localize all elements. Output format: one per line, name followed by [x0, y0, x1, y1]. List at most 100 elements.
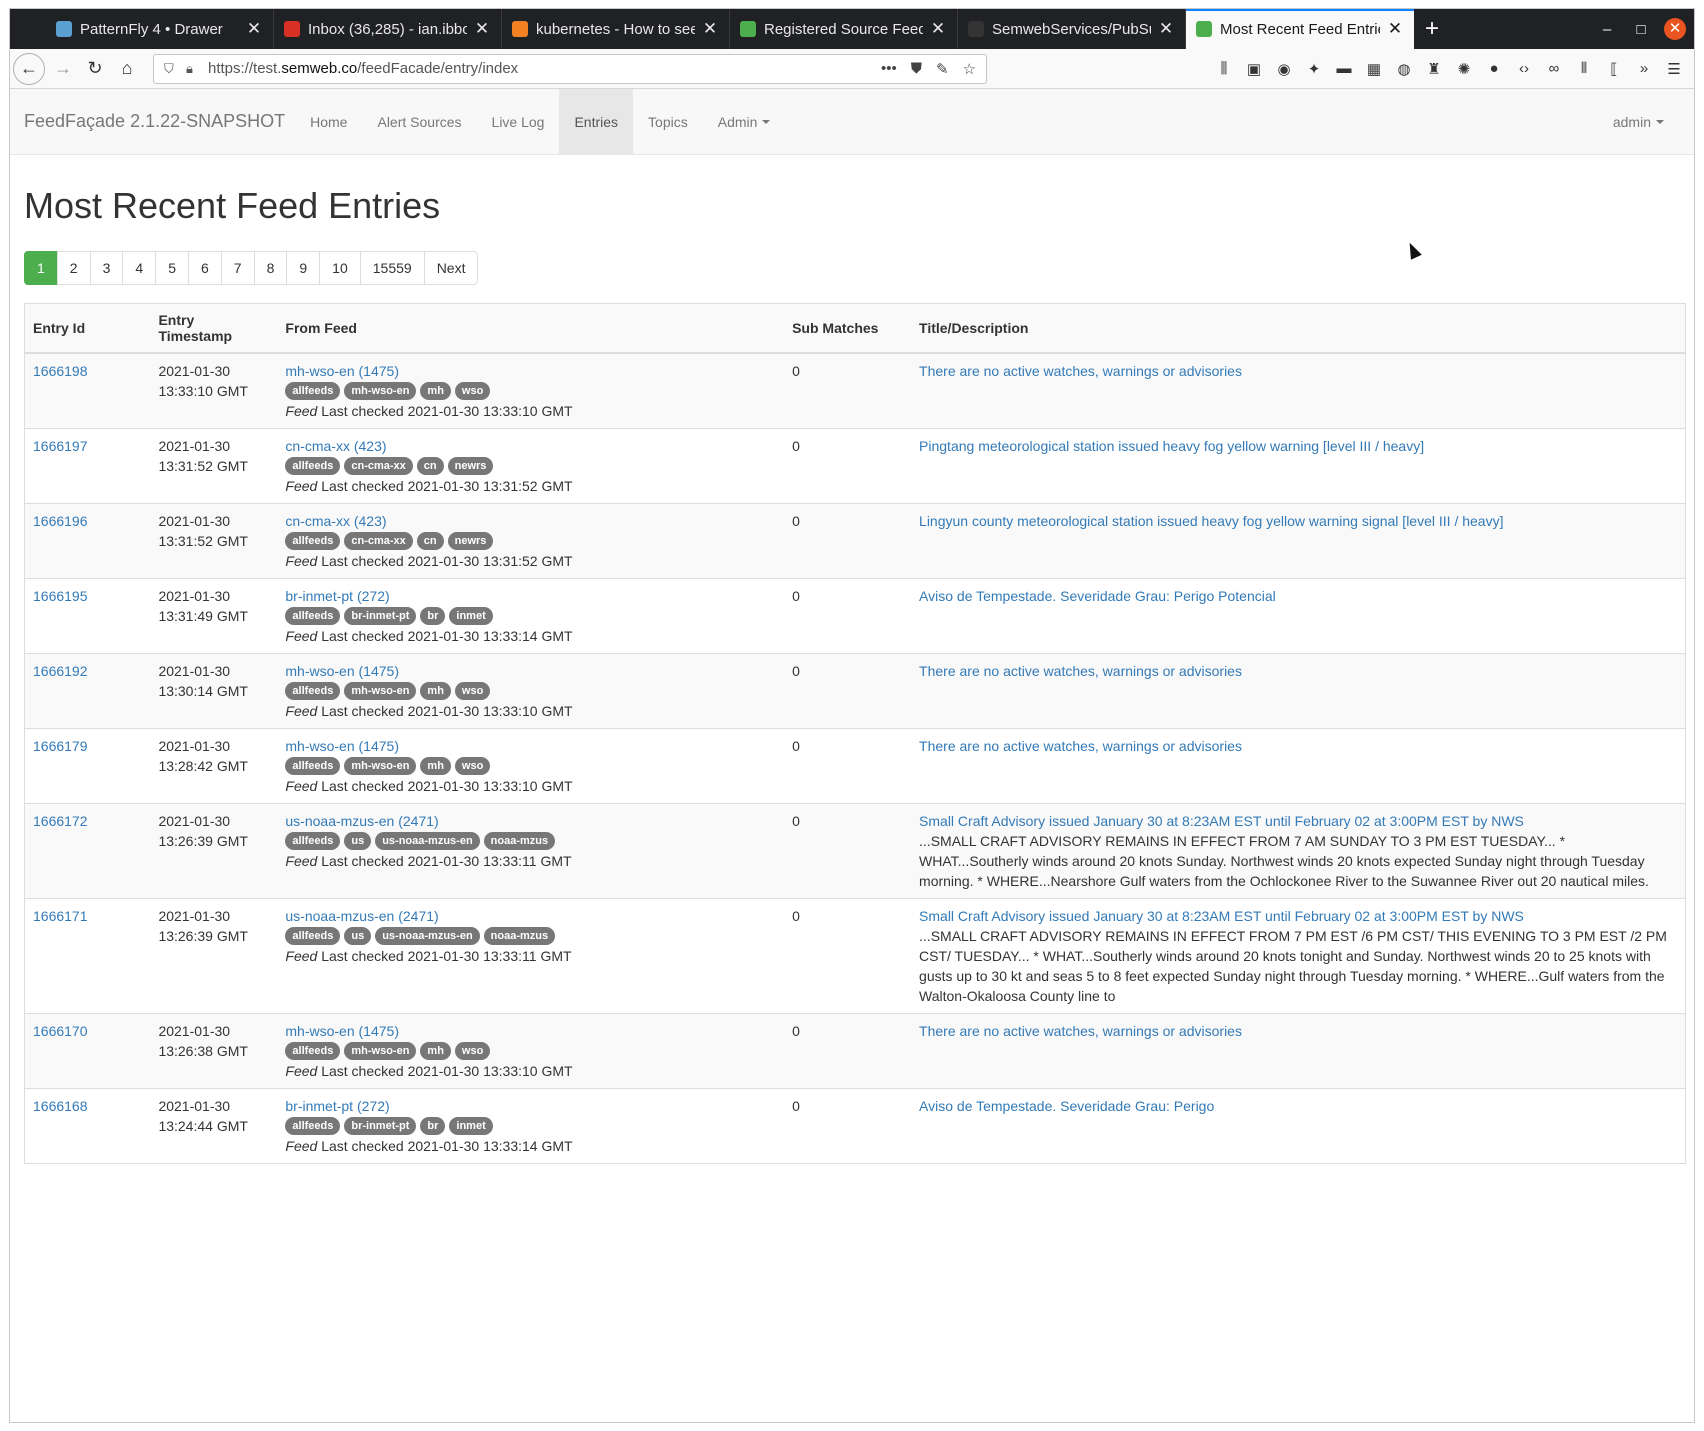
entry-title-link[interactable]: Lingyun county meteorological station is…: [919, 513, 1503, 529]
tag-badge[interactable]: noaa-mzus: [483, 927, 556, 945]
brand[interactable]: FeedFaçade 2.1.22-SNAPSHOT: [24, 89, 285, 154]
nav-item-topics[interactable]: Topics: [633, 89, 703, 154]
ruler-icon[interactable]: ⫴: [1576, 60, 1592, 77]
close-tab-icon[interactable]: ✕: [701, 19, 719, 39]
tag-badge[interactable]: wso: [454, 382, 491, 400]
browser-tab[interactable]: Inbox (36,285) - ian.ibbot ✕: [274, 9, 502, 49]
tag-badge[interactable]: cn: [416, 457, 444, 475]
tag-badge[interactable]: allfeeds: [285, 382, 341, 400]
tag-badge[interactable]: us: [344, 927, 372, 945]
pagination-page[interactable]: 10: [319, 251, 361, 285]
tag-badge[interactable]: noaa-mzus: [483, 832, 556, 850]
feed-link[interactable]: mh-wso-en (1475): [285, 663, 399, 679]
library-icon[interactable]: ⫼: [1216, 60, 1232, 77]
pagination-page[interactable]: 5: [155, 251, 189, 285]
close-tab-icon[interactable]: ✕: [245, 19, 263, 39]
chrome-icon[interactable]: ◍: [1396, 60, 1412, 78]
entry-title-link[interactable]: There are no active watches, warnings or…: [919, 1023, 1242, 1039]
minimize-icon[interactable]: –: [1590, 21, 1624, 38]
entry-id-link[interactable]: 1666192: [33, 663, 88, 679]
browser-tab[interactable]: PatternFly 4 • Drawer ✕: [46, 9, 274, 49]
feed-link[interactable]: mh-wso-en (1475): [285, 363, 399, 379]
lock-icon[interactable]: 🔒︎: [186, 61, 208, 77]
pagination-page[interactable]: 1: [24, 251, 58, 285]
entry-id-link[interactable]: 1666168: [33, 1098, 88, 1114]
tag-badge[interactable]: allfeeds: [285, 682, 341, 700]
back-button[interactable]: ←: [13, 52, 45, 85]
extension-icon[interactable]: ✎: [936, 60, 949, 78]
devtools-icon[interactable]: ‹›: [1516, 60, 1532, 77]
reload-button[interactable]: ↻: [79, 53, 111, 85]
entry-title-link[interactable]: There are no active watches, warnings or…: [919, 663, 1242, 679]
close-tab-icon[interactable]: ✕: [929, 19, 947, 39]
extension-dark-icon[interactable]: ▬: [1336, 60, 1352, 77]
overflow-icon[interactable]: »: [1636, 60, 1652, 77]
tag-badge[interactable]: allfeeds: [285, 457, 341, 475]
pagination-page[interactable]: 7: [220, 251, 255, 285]
tag-badge[interactable]: cn: [416, 532, 444, 550]
glasses-icon[interactable]: ∞: [1546, 60, 1562, 77]
tag-badge[interactable]: mh: [420, 682, 451, 700]
entry-id-link[interactable]: 1666179: [33, 738, 88, 754]
feed-link[interactable]: us-noaa-mzus-en (2471): [285, 813, 438, 829]
browser-tab[interactable]: kubernetes - How to see ✕: [502, 9, 730, 49]
browser-tab[interactable]: Most Recent Feed Entrie ✕: [1186, 9, 1414, 49]
pagination-page[interactable]: 15559: [359, 251, 425, 285]
tag-badge[interactable]: mh: [420, 1042, 451, 1060]
nav-item-alert-sources[interactable]: Alert Sources: [362, 89, 476, 154]
feed-link[interactable]: br-inmet-pt (272): [285, 588, 389, 604]
feed-link[interactable]: mh-wso-en (1475): [285, 1023, 399, 1039]
feed-link[interactable]: us-noaa-mzus-en (2471): [285, 908, 438, 924]
pocket-icon[interactable]: ⛊: [911, 60, 922, 78]
shield-icon[interactable]: ⛉: [164, 61, 186, 77]
close-tab-icon[interactable]: ✕: [1386, 19, 1404, 39]
pagination-page[interactable]: 6: [187, 251, 222, 285]
tag-badge[interactable]: mh-wso-en: [344, 757, 417, 775]
tag-badge[interactable]: newrs: [447, 457, 494, 475]
feed-link[interactable]: cn-cma-xx (423): [285, 438, 386, 454]
page-actions-icon[interactable]: •••: [881, 60, 897, 78]
close-tab-icon[interactable]: ✕: [473, 19, 491, 39]
browser-tab[interactable]: Registered Source Feeds ✕: [730, 9, 958, 49]
entry-id-link[interactable]: 1666198: [33, 363, 88, 379]
url-bar[interactable]: ⛉ 🔒︎ https://test.semweb.co/feedFacade/e…: [153, 53, 987, 84]
extension-blue-icon[interactable]: ✺: [1456, 60, 1472, 78]
nav-item-entries[interactable]: Entries: [559, 89, 634, 154]
entry-title-link[interactable]: There are no active watches, warnings or…: [919, 363, 1242, 379]
tag-badge[interactable]: allfeeds: [285, 532, 341, 550]
pagination-next[interactable]: Next: [423, 251, 479, 285]
extension-green-icon[interactable]: ♜: [1426, 60, 1442, 78]
forward-button[interactable]: →: [47, 53, 79, 85]
entry-id-link[interactable]: 1666172: [33, 813, 88, 829]
entry-title-link[interactable]: Aviso de Tempestade. Severidade Grau: Pe…: [919, 1098, 1214, 1114]
browser-tab[interactable]: SemwebServices/PubSul ✕: [958, 9, 1186, 49]
tag-badge[interactable]: mh-wso-en: [344, 382, 417, 400]
tag-badge[interactable]: us-noaa-mzus-en: [375, 832, 480, 850]
tag-badge[interactable]: wso: [454, 682, 491, 700]
tag-badge[interactable]: mh: [420, 382, 451, 400]
url-text[interactable]: https://test.semweb.co/feedFacade/entry/…: [208, 60, 881, 77]
tag-badge[interactable]: us-noaa-mzus-en: [375, 927, 480, 945]
tag-badge[interactable]: mh-wso-en: [344, 1042, 417, 1060]
nav-item-admin[interactable]: Admin: [703, 89, 786, 154]
tag-badge[interactable]: us: [344, 832, 372, 850]
tag-badge[interactable]: br-inmet-pt: [344, 607, 417, 625]
account-icon[interactable]: ●: [1486, 60, 1502, 77]
home-button[interactable]: ⌂: [111, 53, 143, 85]
user-menu[interactable]: admin: [1598, 89, 1694, 154]
sidebar-icon[interactable]: ▣: [1246, 60, 1262, 78]
pagination-page[interactable]: 9: [286, 251, 321, 285]
entry-id-link[interactable]: 1666195: [33, 588, 88, 604]
nav-item-live-log[interactable]: Live Log: [477, 89, 560, 154]
tag-badge[interactable]: allfeeds: [285, 1042, 341, 1060]
entry-title-link[interactable]: Pingtang meteorological station issued h…: [919, 438, 1424, 454]
pin-icon[interactable]: ✦: [1306, 60, 1322, 78]
entry-title-link[interactable]: Small Craft Advisory issued January 30 a…: [919, 908, 1524, 924]
tag-badge[interactable]: allfeeds: [285, 832, 341, 850]
tag-badge[interactable]: allfeeds: [285, 1117, 341, 1135]
feed-link[interactable]: mh-wso-en (1475): [285, 738, 399, 754]
tag-badge[interactable]: mh-wso-en: [344, 682, 417, 700]
tag-badge[interactable]: inmet: [449, 1117, 493, 1135]
pagination-page[interactable]: 3: [89, 251, 124, 285]
tag-badge[interactable]: newrs: [447, 532, 494, 550]
